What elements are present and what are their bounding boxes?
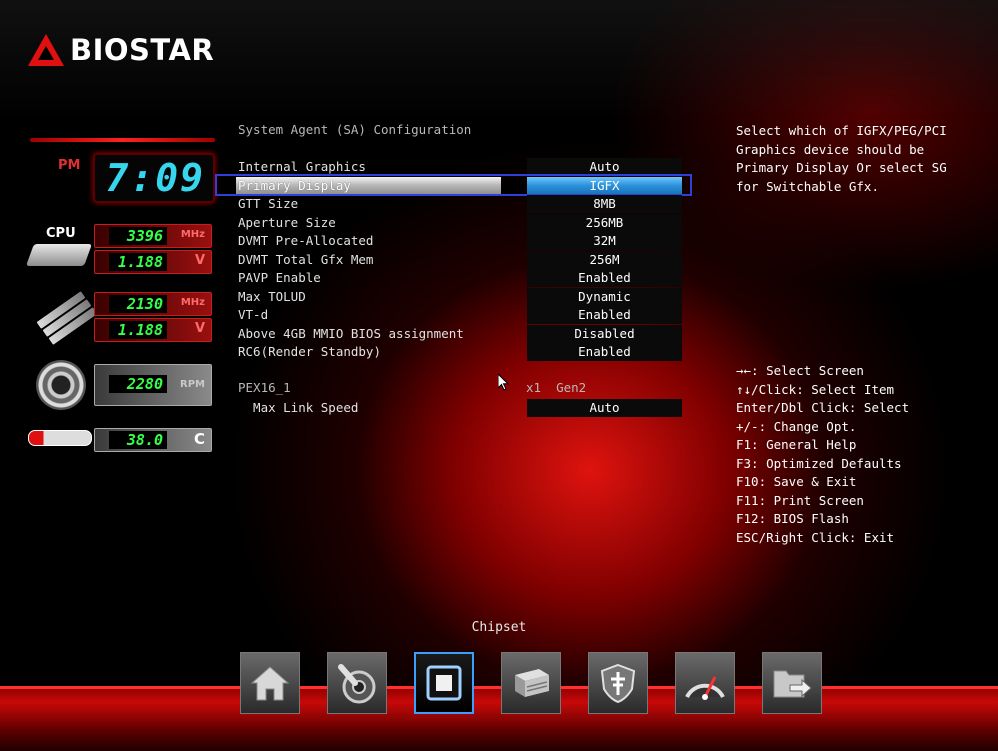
setting-dvmt-pre-allocated[interactable]: DVMT Pre-Allocated 32M bbox=[238, 232, 682, 250]
main-menu-dock bbox=[240, 652, 822, 714]
setting-gtt-size[interactable]: GTT Size 8MB bbox=[238, 195, 682, 213]
key-hint: F1: General Help bbox=[736, 437, 857, 452]
setting-value[interactable]: Disabled bbox=[527, 325, 682, 343]
setting-label: DVMT Pre-Allocated bbox=[238, 233, 374, 248]
setting-label: DVMT Total Gfx Mem bbox=[238, 252, 374, 267]
key-hint: F12: BIOS Flash bbox=[736, 511, 849, 526]
temperature-readout: 38.0 C bbox=[94, 428, 212, 452]
setting-aperture-size[interactable]: Aperture Size 256MB bbox=[238, 214, 682, 232]
temperature-value: 38.0 bbox=[109, 431, 167, 449]
menu-chipset-button[interactable] bbox=[414, 652, 474, 714]
logo-triangle-icon bbox=[28, 34, 64, 66]
mouse-cursor-icon bbox=[498, 374, 510, 391]
security-icon bbox=[600, 663, 636, 704]
home-icon bbox=[250, 666, 290, 701]
fan-speed-value: 2280 bbox=[109, 375, 167, 393]
setting-label: PAVP Enable bbox=[238, 270, 321, 285]
memory-voltage-readout: 1.188 V bbox=[94, 318, 212, 342]
key-hint: F10: Save & Exit bbox=[736, 474, 857, 489]
fan-icon bbox=[36, 360, 86, 410]
cpu-voltage-readout: 1.188 V bbox=[94, 250, 212, 274]
cpu-frequency-readout: 3396 MHz bbox=[94, 224, 212, 248]
fan-speed-unit: RPM bbox=[180, 379, 205, 390]
monitor-top-rule bbox=[30, 138, 215, 142]
key-legend: →←: Select Screen ↑↓/Click: Select Item … bbox=[736, 362, 976, 547]
menu-main-button[interactable] bbox=[240, 652, 300, 714]
setting-label: Aperture Size bbox=[238, 215, 336, 230]
cpu-icon bbox=[25, 244, 93, 266]
setting-value[interactable]: Dynamic bbox=[527, 288, 682, 306]
section-title: System Agent (SA) Configuration bbox=[238, 122, 472, 137]
key-hint: ↑↓/Click: Select Item bbox=[736, 381, 895, 397]
setting-value[interactable]: Enabled bbox=[527, 306, 682, 324]
cpu-frequency-unit: MHz bbox=[180, 229, 205, 240]
memory-voltage-value: 1.188 bbox=[109, 321, 167, 339]
exit-icon bbox=[773, 670, 812, 698]
setting-above-4gb-mmio[interactable]: Above 4GB MMIO BIOS assignment Disabled bbox=[238, 325, 682, 343]
menu-exit-button[interactable] bbox=[762, 652, 822, 714]
setting-value[interactable]: 8MB bbox=[527, 195, 682, 213]
key-hint: +/-: Change Opt. bbox=[736, 418, 857, 434]
cpu-voltage-unit: V bbox=[194, 253, 205, 268]
menu-advanced-button[interactable] bbox=[327, 652, 387, 714]
setting-value[interactable]: Enabled bbox=[527, 269, 682, 287]
pex-link-info: x1 Gen2 bbox=[526, 380, 587, 395]
setting-max-link-speed[interactable]: Max Link Speed Auto bbox=[238, 399, 682, 417]
setting-label: VT-d bbox=[238, 307, 269, 322]
setting-label: Above 4GB MMIO BIOS assignment bbox=[238, 326, 464, 341]
key-hint: F3: Optimized Defaults bbox=[736, 455, 902, 471]
boot-icon bbox=[515, 669, 549, 697]
thermometer-icon bbox=[28, 430, 92, 446]
memory-frequency-unit: MHz bbox=[180, 297, 205, 308]
menu-security-button[interactable] bbox=[588, 652, 648, 714]
memory-frequency-value: 2130 bbox=[109, 295, 167, 313]
selection-frame bbox=[215, 174, 692, 196]
chipset-icon bbox=[426, 665, 462, 701]
key-hint: ESC/Right Click: Exit bbox=[736, 529, 895, 545]
setting-label: GTT Size bbox=[238, 196, 299, 211]
setting-rc6-render-standby[interactable]: RC6(Render Standby) Enabled bbox=[238, 343, 682, 361]
memory-frequency-readout: 2130 MHz bbox=[94, 292, 212, 316]
setting-label: RC6(Render Standby) bbox=[238, 344, 381, 359]
cpu-frequency-value: 3396 bbox=[109, 227, 167, 245]
setting-label: Max Link Speed bbox=[238, 400, 359, 415]
logo-text: BIOSTAR bbox=[70, 33, 215, 67]
advanced-icon bbox=[338, 664, 376, 704]
fan-speed-readout: 2280 RPM bbox=[94, 364, 212, 406]
setting-value[interactable]: 256M bbox=[527, 251, 682, 269]
menu-overclock-button[interactable] bbox=[675, 652, 735, 714]
setting-value[interactable]: Auto bbox=[527, 399, 682, 417]
setting-vt-d[interactable]: VT-d Enabled bbox=[238, 306, 682, 324]
setting-value[interactable]: 256MB bbox=[527, 214, 682, 232]
key-hint: Enter/Dbl Click: Select bbox=[736, 400, 910, 415]
biostar-logo: BIOSTAR bbox=[28, 30, 214, 70]
setting-value[interactable]: Enabled bbox=[527, 343, 682, 361]
setting-label: Max TOLUD bbox=[238, 289, 306, 304]
clock-display: 7:09 bbox=[93, 153, 215, 203]
cpu-label: CPU bbox=[46, 226, 76, 241]
clock-time: 7:09 bbox=[105, 156, 205, 200]
key-hint: F11: Print Screen bbox=[736, 492, 864, 508]
menu-boot-button[interactable] bbox=[501, 652, 561, 714]
clock-ampm: PM bbox=[58, 158, 81, 173]
setting-value[interactable]: 32M bbox=[527, 232, 682, 250]
pex-title: PEX16_1 bbox=[238, 380, 291, 395]
help-description: Select which of IGFX/PEG/PCI Graphics de… bbox=[736, 123, 947, 194]
overclock-icon bbox=[685, 676, 725, 700]
temperature-unit: C bbox=[193, 430, 205, 448]
setting-dvmt-total-gfx-mem[interactable]: DVMT Total Gfx Mem 256M bbox=[238, 251, 682, 269]
setting-pavp-enable[interactable]: PAVP Enable Enabled bbox=[238, 269, 682, 287]
active-menu-label: Chipset bbox=[471, 620, 527, 635]
memory-voltage-unit: V bbox=[194, 321, 205, 336]
setting-max-tolud[interactable]: Max TOLUD Dynamic bbox=[238, 288, 682, 306]
cpu-voltage-value: 1.188 bbox=[109, 253, 167, 271]
key-hint: →←: Select Screen bbox=[736, 363, 864, 378]
